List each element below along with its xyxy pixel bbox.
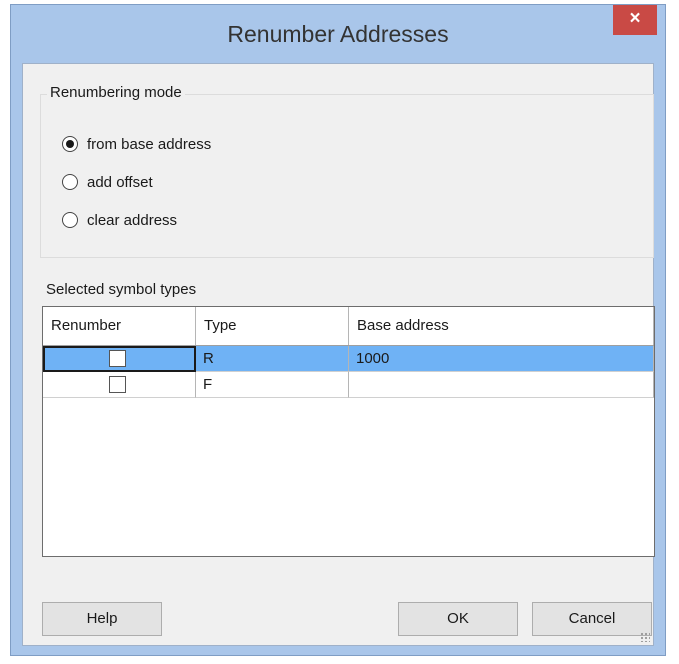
radio-label: from base address	[87, 135, 212, 153]
radio-from-base-address[interactable]: from base address	[62, 133, 211, 155]
radio-button[interactable]	[62, 212, 78, 228]
table-row[interactable]: R 1000	[43, 346, 654, 372]
radio-clear-address[interactable]: clear address	[62, 209, 177, 231]
type-cell[interactable]: F	[196, 372, 349, 398]
radio-add-offset[interactable]: add offset	[62, 171, 153, 193]
radio-label: clear address	[87, 211, 178, 229]
symbol-types-label: Selected symbol types	[46, 281, 197, 298]
symbol-types-grid[interactable]: Renumber Type Base address R 1000 F	[42, 306, 655, 557]
table-row[interactable]: F	[43, 372, 654, 398]
base-address-cell[interactable]	[349, 372, 654, 398]
column-header-base-address[interactable]: Base address	[349, 307, 654, 345]
renumber-checkbox[interactable]	[109, 376, 126, 393]
renumber-addresses-dialog: Renumber Addresses × Renumbering mode fr…	[10, 4, 666, 656]
radio-label: add offset	[87, 173, 153, 191]
renumber-cell[interactable]	[43, 346, 196, 372]
ok-button[interactable]: OK	[398, 602, 518, 636]
column-header-renumber[interactable]: Renumber	[43, 307, 196, 345]
title-bar[interactable]: Renumber Addresses ×	[11, 5, 665, 63]
grid-header: Renumber Type Base address	[43, 307, 654, 346]
dialog-body: Renumbering mode from base address add o…	[22, 63, 655, 646]
base-address-cell[interactable]: 1000	[349, 346, 654, 372]
renumber-checkbox[interactable]	[109, 350, 126, 367]
help-button[interactable]: Help	[42, 602, 162, 636]
renumber-cell[interactable]	[43, 372, 196, 398]
column-header-type[interactable]: Type	[196, 307, 349, 345]
cancel-button[interactable]: Cancel	[532, 602, 652, 636]
type-cell[interactable]: R	[196, 346, 349, 372]
resize-grip[interactable]	[640, 632, 650, 642]
close-button[interactable]: ×	[613, 5, 657, 35]
dialog-title: Renumber Addresses	[227, 21, 449, 47]
close-icon: ×	[629, 8, 641, 29]
radio-button[interactable]	[62, 174, 78, 190]
radio-button-checked[interactable]	[62, 136, 78, 152]
renumbering-mode-label: Renumbering mode	[47, 84, 185, 101]
